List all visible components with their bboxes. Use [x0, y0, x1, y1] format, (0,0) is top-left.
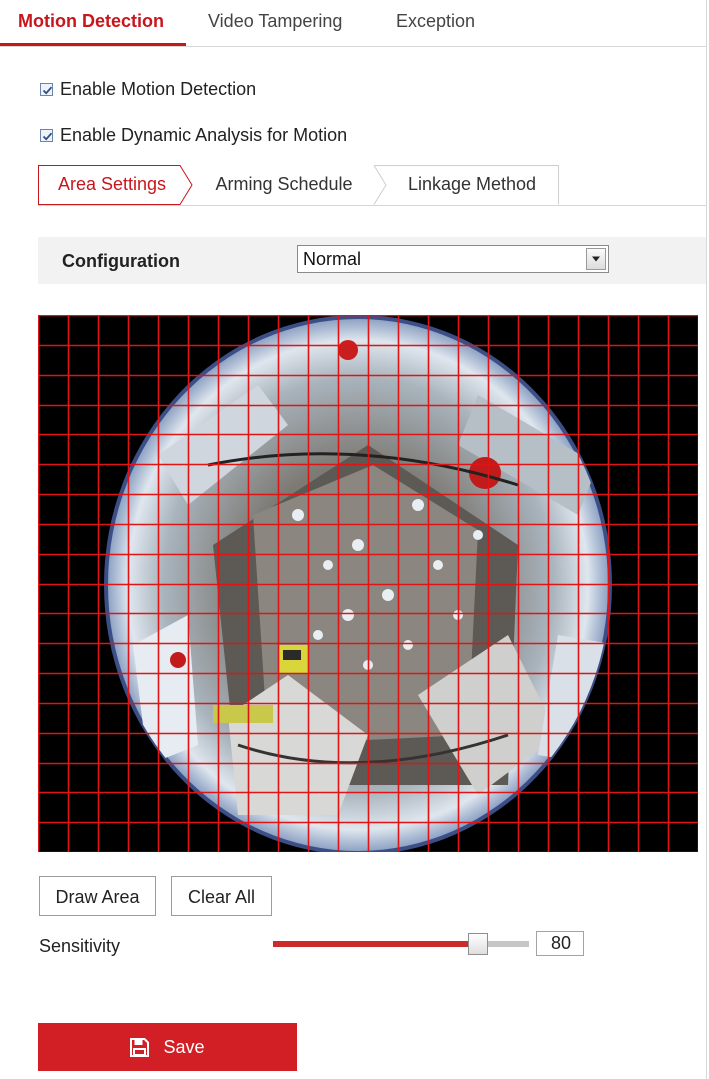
chevron-down-icon: [592, 256, 600, 262]
enable-dynamic-analysis-checkbox[interactable]: [40, 129, 53, 142]
sensitivity-label: Sensitivity: [39, 936, 121, 956]
tab-video-tampering[interactable]: Video Tampering: [208, 11, 342, 32]
tab-motion-detection[interactable]: Motion Detection: [18, 11, 164, 32]
clear-all-button[interactable]: Clear All: [171, 876, 272, 916]
dropdown-button[interactable]: [586, 248, 606, 270]
save-button[interactable]: Save: [38, 1023, 297, 1071]
enable-dynamic-analysis-row[interactable]: Enable Dynamic Analysis for Motion: [40, 125, 347, 146]
enable-motion-detection-checkbox[interactable]: [40, 83, 53, 96]
tab-linkage-method[interactable]: Linkage Method: [386, 165, 558, 204]
tab-arming-schedule[interactable]: Arming Schedule: [198, 165, 370, 204]
floppy-disk-icon: [130, 1037, 150, 1057]
checkmark-icon: [42, 86, 53, 95]
video-preview[interactable]: [38, 315, 698, 852]
tab-exception[interactable]: Exception: [396, 11, 475, 32]
checkmark-icon: [42, 132, 53, 141]
enable-dynamic-analysis-label: Enable Dynamic Analysis for Motion: [60, 125, 348, 145]
slider-thumb[interactable]: [467, 933, 488, 955]
active-tab-indicator: [0, 43, 186, 46]
configuration-label: Configuration: [62, 251, 180, 271]
top-tab-bar: Motion Detection Video Tampering Excepti…: [0, 0, 706, 47]
sub-tab-bar: Area Settings Arming Schedule Linkage Me…: [38, 165, 706, 206]
fisheye-camera-image: [38, 315, 698, 852]
configuration-select[interactable]: Normal: [297, 245, 609, 273]
draw-area-button[interactable]: Draw Area: [39, 876, 156, 916]
tab-area-settings[interactable]: Area Settings: [38, 165, 186, 204]
save-label: Save: [163, 1036, 205, 1057]
sensitivity-slider[interactable]: [273, 933, 529, 957]
enable-motion-detection-label: Enable Motion Detection: [60, 79, 257, 99]
sensitivity-value-field[interactable]: 80: [536, 931, 584, 956]
slider-fill: [273, 941, 478, 947]
enable-motion-detection-row[interactable]: Enable Motion Detection: [40, 79, 256, 100]
configuration-row: Configuration Normal: [38, 237, 706, 284]
configuration-selected-value: Normal: [303, 249, 362, 269]
